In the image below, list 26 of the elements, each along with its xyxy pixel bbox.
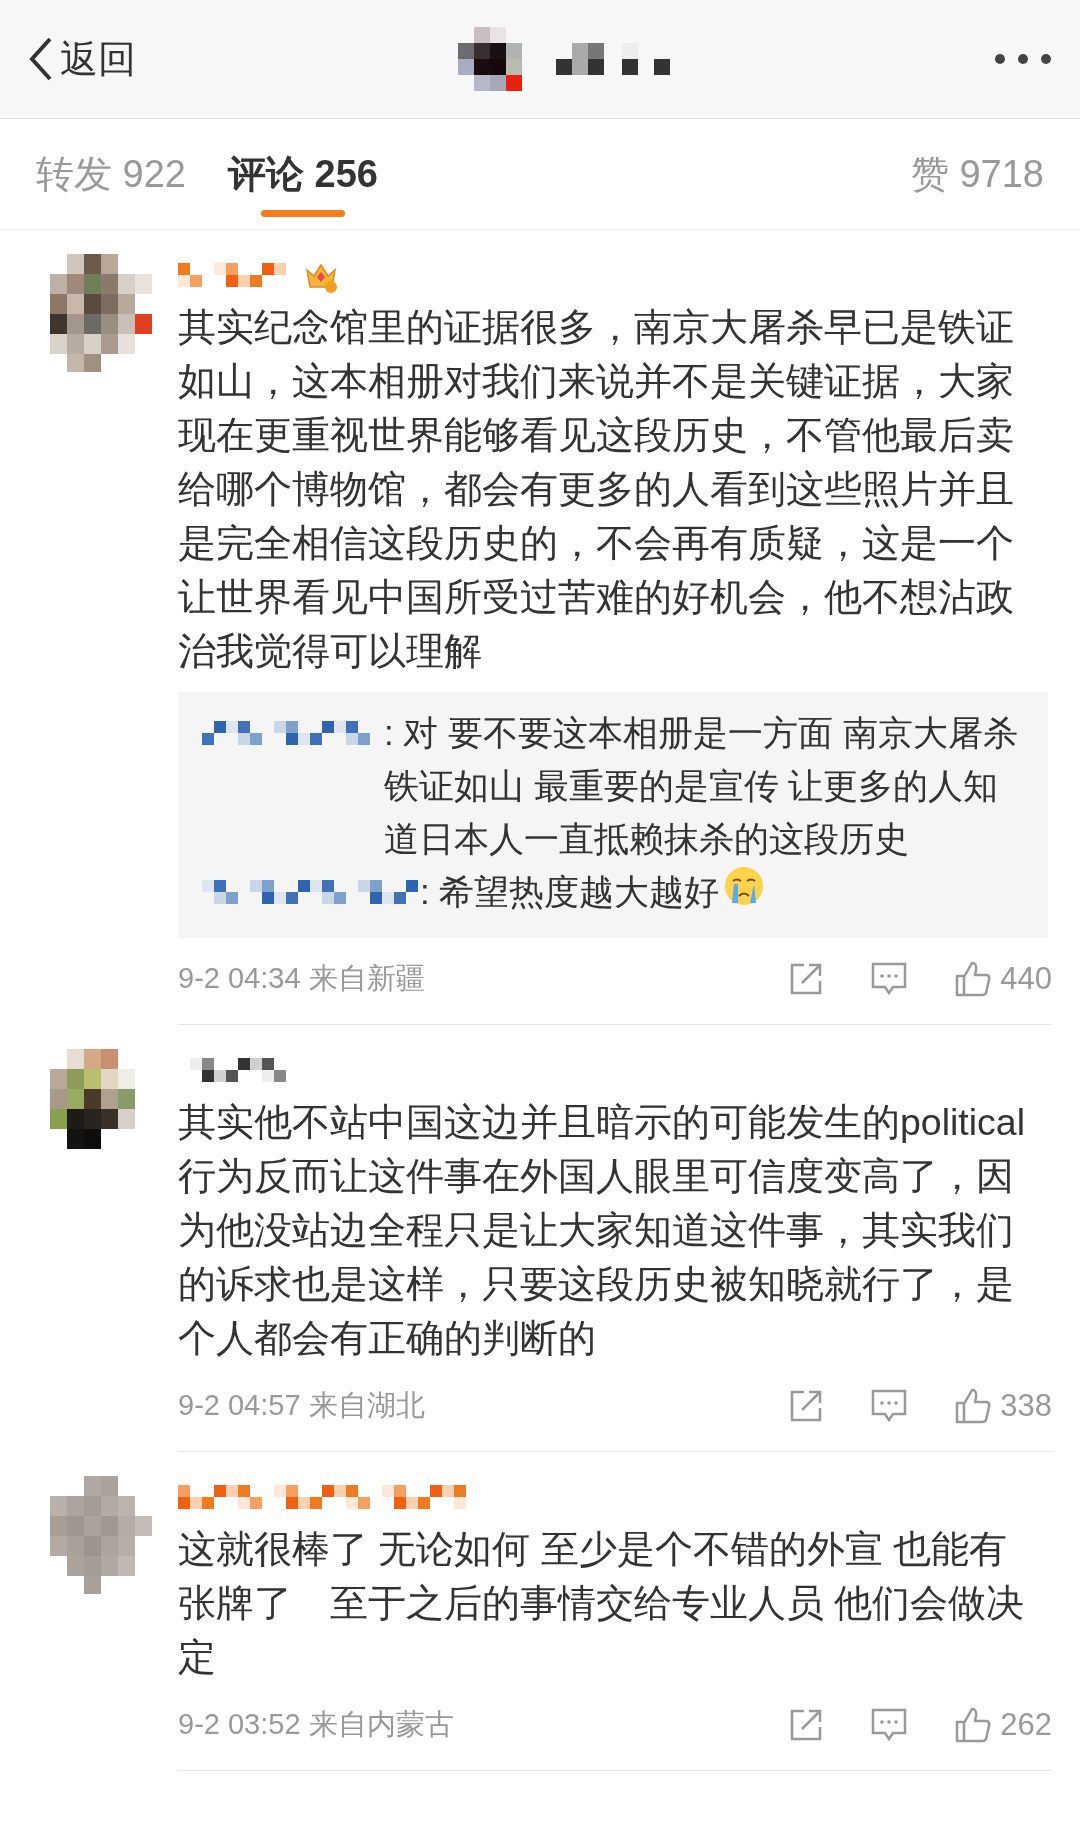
timestamp: 9-2 04:34 来自新疆 [178, 961, 425, 996]
comment-text: 其实纪念馆里的证据很多，南京大屠杀早已是铁证如山，这本相册对我们来说并不是关键证据，大家现在更重视世界能够看见这段历史，不管他最后卖给哪个博物馆，都会有更多的人看到这些照片并且是完全相信这段历史的，不会再有质疑，这是一个让世界看见中国所受过苦难的好机会，他不想沾政治我觉得可以理解 [178, 305, 1015, 674]
like-button[interactable]: 262 [954, 1706, 1052, 1744]
thumbs-up-icon[interactable] [954, 1387, 993, 1425]
tab[interactable]: 赞 9718 [910, 119, 1044, 229]
timestamp: 9-2 04:57 来自湖北 [178, 1388, 425, 1423]
pixelated-name[interactable] [202, 880, 418, 904]
back-button[interactable]: 返回 [28, 33, 136, 85]
timestamp: 9-2 03:52 来自内蒙古 [178, 1707, 454, 1742]
pixelated-avatar[interactable] [458, 27, 522, 91]
comment-text: 这就很棒了 无论如何 至少是个不错的外宣 也能有张牌了 至于之后的事情交给专业人员 他们会做决定 [178, 1527, 1026, 1680]
more-icon[interactable] [994, 53, 1052, 65]
tab[interactable]: 转发 922 [36, 119, 186, 229]
comment-button[interactable] [870, 1707, 909, 1743]
chevron-left-icon[interactable] [28, 36, 54, 82]
like-button[interactable]: 338 [954, 1387, 1052, 1425]
reply-text: : 对 要不要这本相册是一方面 南京大屠杀铁证如山 最重要的是宣传 让更多的人知道日本人一直抵赖抹杀的这段历史 [384, 712, 1019, 860]
avatar[interactable] [50, 254, 152, 372]
comment-button[interactable] [870, 961, 909, 997]
thumbs-up-icon[interactable] [954, 1706, 993, 1744]
like-button[interactable]: 440 [954, 960, 1052, 998]
comment-text: 其实他不站中国这边并且暗示的可能发生的political 行为反而让这件事在外国人眼里可信度变高了，因为他没站边全程只是让大家知道这件事，其实我们的诉求也是这样，只要这段历史被知晓就行了，是个人都会有正确的判断的 [178, 1100, 1027, 1361]
tab[interactable]: 评论 256 [227, 119, 378, 229]
reply-text: : 希望热度越大越好 [420, 871, 720, 913]
comment-button[interactable] [870, 1388, 909, 1424]
thumbs-up-icon[interactable] [954, 960, 993, 998]
